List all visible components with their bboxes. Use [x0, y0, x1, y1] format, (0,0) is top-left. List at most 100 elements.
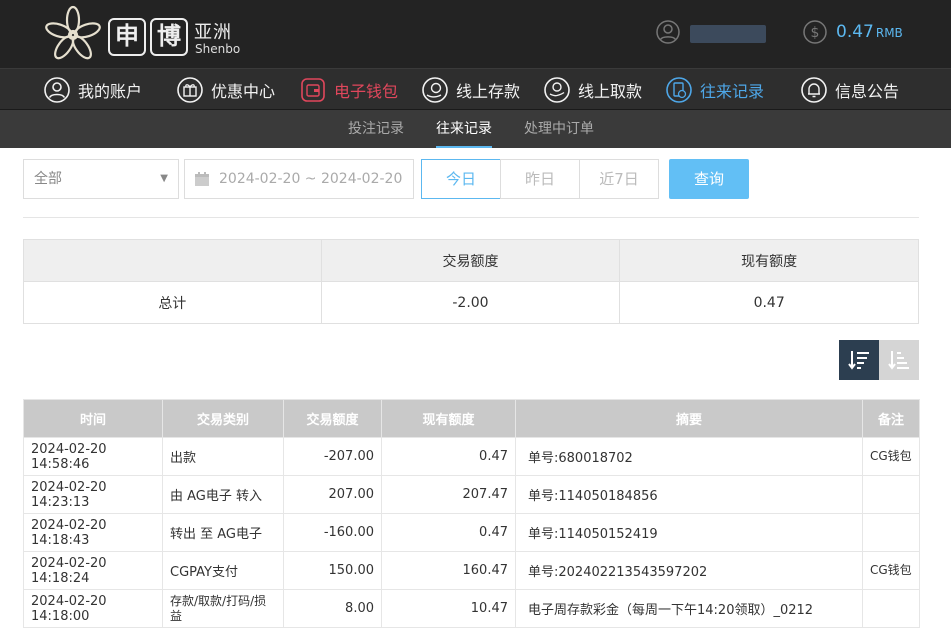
cell-summary: 电子周存款彩金（每周一下午14:20领取）_0212: [515, 589, 863, 628]
withdraw-hand-icon: [544, 77, 570, 103]
sort-descending-button[interactable]: [839, 340, 879, 380]
tab-pending-orders[interactable]: 处理中订单: [524, 110, 594, 148]
cell-amount: -207.00: [283, 437, 382, 476]
cell-time: 2024-02-20 14:18:24: [23, 551, 163, 590]
sub-nav: 投注记录 往来记录 处理中订单: [0, 110, 951, 148]
balance-unit: RMB: [875, 26, 903, 40]
today-button[interactable]: 今日: [421, 159, 501, 199]
nav-online-deposit[interactable]: 线上存款: [422, 69, 520, 111]
summary-trade-total: -2.00: [320, 281, 621, 324]
cell-time: 2024-02-20 14:58:46: [23, 437, 163, 476]
column-header-type: 交易类别: [162, 399, 284, 438]
flower-logo-icon: [45, 5, 101, 60]
logo-char-box: 申: [108, 18, 146, 56]
table-row: 2024-02-20 14:18:24 CGPAY支付 150.00 160.4…: [23, 551, 920, 590]
column-header-summary: 摘要: [515, 399, 863, 438]
nav-label: 线上存款: [456, 82, 521, 101]
cell-summary: 单号:680018702: [515, 437, 863, 476]
nav-my-account[interactable]: 我的账户: [44, 69, 142, 111]
cell-type: 转出 至 AG电子: [162, 513, 284, 552]
summary-header-current: 现有额度: [619, 239, 919, 282]
nav-label: 往来记录: [700, 82, 765, 101]
table-row: 2024-02-20 14:58:46 出款 -207.00 0.47 单号:6…: [23, 437, 920, 476]
records-header-row: 时间 交易类别 交易额度 现有额度 摘要 备注: [23, 399, 920, 438]
yesterday-button[interactable]: 昨日: [500, 159, 580, 199]
summary-table: 交易额度 现有额度 总计 -2.00 0.47: [23, 239, 919, 324]
logo-en-text: Shenbo: [195, 42, 241, 56]
query-button[interactable]: 查询: [669, 159, 749, 199]
sort-descending-icon: [848, 351, 869, 370]
nav-label: 我的账户: [78, 82, 143, 101]
cell-balance: 0.47: [381, 513, 516, 552]
last-7-days-button[interactable]: 近7日: [579, 159, 659, 199]
records-table: 时间 交易类别 交易额度 现有额度 摘要 备注 2024-02-20 14:58…: [23, 399, 920, 628]
tab-transaction-records[interactable]: 往来记录: [436, 110, 492, 148]
type-select-value: 全部: [34, 171, 62, 187]
wallet-balance: 0.47 RMB: [836, 22, 903, 42]
cell-amount: 207.00: [283, 475, 382, 514]
gift-icon: [177, 77, 203, 103]
cell-amount: 150.00: [283, 551, 382, 590]
username-redacted: [690, 25, 766, 43]
column-header-balance: 现有额度: [381, 399, 516, 438]
cell-amount: 8.00: [283, 589, 382, 628]
cell-note: CG钱包: [862, 551, 920, 590]
calendar-icon: [195, 172, 209, 186]
cell-type: 出款: [162, 437, 284, 476]
summary-total-row: 总计 -2.00 0.47: [23, 281, 919, 324]
column-header-amount: 交易额度: [283, 399, 382, 438]
nav-e-wallet[interactable]: 电子钱包: [300, 69, 398, 111]
nav-label: 优惠中心: [211, 82, 276, 101]
main-nav: 我的账户 优惠中心 电子钱包 线上存款 线上取款 往来记录 信息公告: [0, 68, 951, 110]
nav-announcements[interactable]: 信息公告: [801, 69, 899, 111]
nav-promotions[interactable]: 优惠中心: [177, 69, 275, 111]
logo-char-box: 博: [150, 18, 188, 56]
cell-note: CG钱包: [862, 437, 920, 476]
cell-type: 存款/取款/打码/损益: [162, 589, 284, 628]
cell-type: CGPAY支付: [162, 551, 284, 590]
cell-note: [862, 513, 920, 552]
cell-note: [862, 475, 920, 514]
logo-cn-text: 亚洲: [194, 22, 232, 43]
divider: [23, 217, 919, 218]
cell-time: 2024-02-20 14:18:43: [23, 513, 163, 552]
cell-balance: 160.47: [381, 551, 516, 590]
cell-time: 2024-02-20 14:18:00: [23, 589, 163, 628]
cell-summary: 单号:202402213543597202: [515, 551, 863, 590]
records-clock-icon: [666, 77, 692, 103]
dollar-icon: $: [803, 20, 827, 44]
tab-bet-records[interactable]: 投注记录: [348, 110, 404, 148]
user-avatar-icon[interactable]: [656, 20, 680, 44]
nav-online-withdraw[interactable]: 线上取款: [544, 69, 642, 111]
summary-current-total: 0.47: [619, 281, 919, 324]
summary-header-row: 交易额度 现有额度: [23, 239, 919, 282]
type-select[interactable]: 全部 ▼: [23, 159, 179, 199]
cell-note: [862, 589, 920, 628]
cell-time: 2024-02-20 14:23:13: [23, 475, 163, 514]
cell-amount: -160.00: [283, 513, 382, 552]
nav-label: 电子钱包: [334, 82, 399, 101]
sort-ascending-button[interactable]: [879, 340, 919, 380]
wallet-icon: [301, 78, 325, 102]
cell-balance: 0.47: [381, 437, 516, 476]
table-row: 2024-02-20 14:23:13 由 AG电子 转入 207.00 207…: [23, 475, 920, 514]
caret-down-icon: ▼: [160, 173, 168, 184]
summary-header-trade: 交易额度: [320, 239, 621, 282]
summary-total-label: 总计: [23, 281, 322, 324]
date-range-input[interactable]: 2024-02-20 ~ 2024-02-20: [184, 159, 414, 199]
table-row: 2024-02-20 14:18:00 存款/取款/打码/损益 8.00 10.…: [23, 589, 920, 628]
svg-text:$: $: [811, 25, 820, 41]
site-logo[interactable]: 申 博 亚洲 Shenbo: [42, 4, 242, 64]
date-range-value: 2024-02-20 ~ 2024-02-20: [219, 171, 403, 187]
nav-transaction-records[interactable]: 往来记录: [666, 69, 764, 111]
column-header-time: 时间: [23, 399, 163, 438]
top-header: 申 博 亚洲 Shenbo $ 0.47 RMB: [0, 0, 951, 68]
column-header-note: 备注: [862, 399, 920, 438]
cell-summary: 单号:114050184856: [515, 475, 863, 514]
user-icon: [44, 77, 70, 103]
summary-header-blank: [23, 239, 322, 282]
sort-ascending-icon: [888, 351, 909, 370]
nav-label: 信息公告: [835, 82, 900, 101]
bell-icon: [801, 77, 827, 103]
nav-label: 线上取款: [578, 82, 643, 101]
